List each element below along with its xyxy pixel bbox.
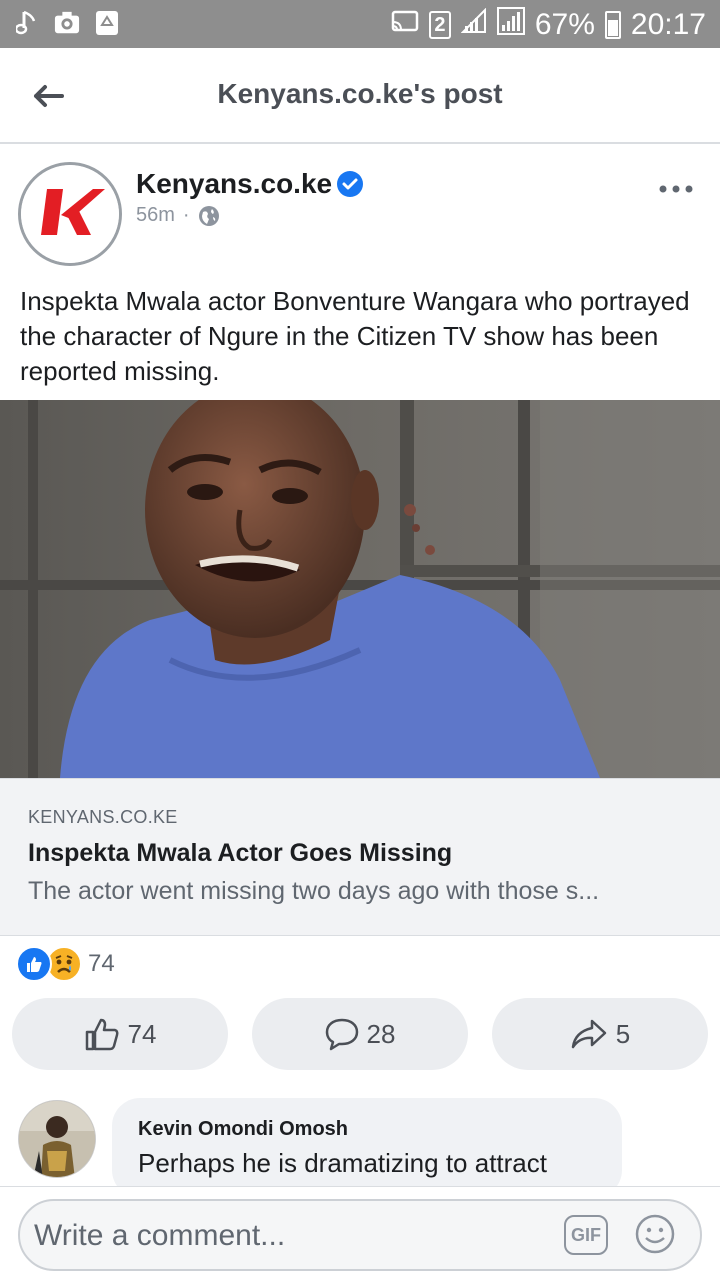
- link-description: The actor went missing two days ago with…: [28, 877, 600, 905]
- clock: 20:17: [630, 8, 706, 41]
- post-meta: 56m ·: [136, 204, 220, 227]
- signal-icon: [496, 7, 525, 43]
- gif-button[interactable]: GIF: [564, 1215, 608, 1255]
- battery-percent: 67%: [534, 8, 595, 41]
- like-reaction-icon: [16, 946, 52, 982]
- link-preview-card[interactable]: KENYANS.CO.KE Inspekta Mwala Actor Goes …: [0, 778, 720, 936]
- battery-icon: [604, 11, 621, 39]
- comment-author[interactable]: Kevin Omondi Omosh: [138, 1118, 348, 1141]
- link-title: Inspekta Mwala Actor Goes Missing: [28, 839, 453, 867]
- emoji-icon[interactable]: [634, 1213, 676, 1255]
- link-domain: KENYANS.CO.KE: [28, 807, 178, 827]
- camera-icon: [54, 8, 80, 38]
- reaction-count: 74: [88, 950, 115, 977]
- share-button[interactable]: 5: [492, 998, 708, 1070]
- share-count: 5: [615, 1018, 631, 1049]
- top-app-bar: Kenyans.co.ke's post: [0, 48, 720, 144]
- post-time[interactable]: 56m: [136, 204, 175, 227]
- reactions-summary[interactable]: 74: [16, 944, 115, 984]
- comment-text: Perhaps he is dramatizing to attract: [138, 1148, 547, 1178]
- status-bar: 2 67% 20:17: [0, 0, 720, 48]
- recycle-icon: [94, 8, 120, 38]
- commenter-photo: [19, 1101, 95, 1177]
- verified-badge-icon: [337, 171, 363, 197]
- more-options-button[interactable]: [656, 174, 696, 204]
- status-right: 2 67% 20:17: [391, 7, 706, 43]
- page-title: Kenyans.co.ke's post: [217, 78, 503, 109]
- share-icon: [571, 1019, 607, 1049]
- post-text: Inspekta Mwala actor Bonventure Wangara …: [20, 286, 690, 386]
- comment-input-box[interactable]: GIF: [18, 1199, 702, 1271]
- sim-icon: 2: [428, 11, 451, 39]
- signal-icon: [460, 7, 487, 42]
- actor-photo: [0, 400, 720, 778]
- status-left-icons: [14, 8, 120, 38]
- post-photo[interactable]: [0, 400, 720, 778]
- commenter-avatar[interactable]: [18, 1100, 96, 1178]
- comment-button[interactable]: 28: [252, 998, 468, 1070]
- page-name[interactable]: Kenyans.co.ke: [136, 168, 332, 200]
- post-actions: 74 28 5: [0, 998, 720, 1072]
- more-dots-icon: [659, 185, 693, 193]
- comment-count: 28: [366, 1018, 396, 1049]
- comment-composer: GIF: [0, 1186, 720, 1280]
- comment-input[interactable]: [34, 1211, 564, 1261]
- meta-separator: ·: [182, 204, 190, 226]
- kenyans-logo: [21, 165, 119, 263]
- page-avatar[interactable]: [18, 162, 122, 266]
- thumbs-up-icon: [85, 1018, 119, 1051]
- like-button[interactable]: 74: [12, 998, 228, 1070]
- globe-icon: [198, 205, 219, 226]
- music-note-icon: [14, 8, 40, 38]
- comment-bubble[interactable]: Kevin Omondi Omosh Perhaps he is dramati…: [112, 1098, 622, 1198]
- post-header: Kenyans.co.ke 56m ·: [0, 146, 720, 280]
- cast-icon: [391, 8, 419, 42]
- comment-icon: [325, 1018, 358, 1051]
- like-count: 74: [127, 1018, 157, 1049]
